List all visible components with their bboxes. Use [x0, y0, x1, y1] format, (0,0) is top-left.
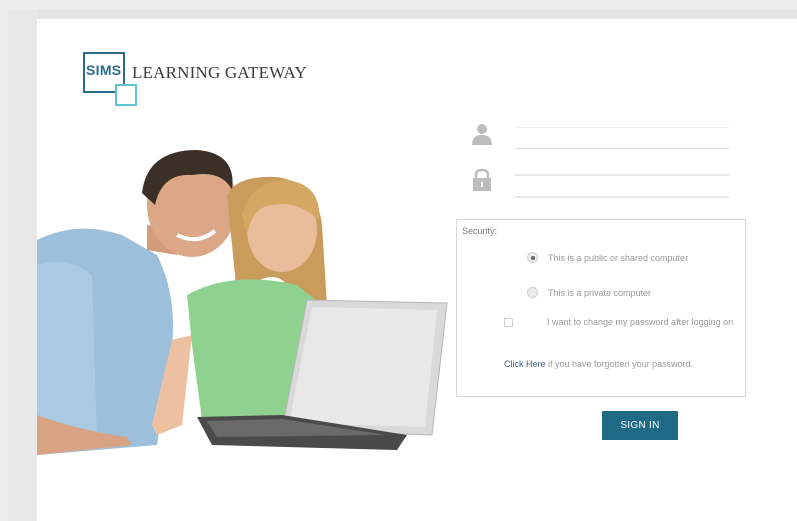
- window-left-bar: [8, 10, 37, 521]
- window-top-bar: [8, 10, 797, 19]
- forgot-password-link[interactable]: Click Here: [504, 359, 546, 369]
- username-input[interactable]: [515, 127, 729, 149]
- private-computer-radio[interactable]: [527, 287, 538, 298]
- lock-icon: [473, 168, 491, 191]
- security-title: Security:: [462, 226, 498, 236]
- logo-square-light: [115, 84, 137, 106]
- public-computer-option[interactable]: This is a public or shared computer: [527, 252, 688, 263]
- forgot-password-suffix: if you have forgotten your password.: [545, 359, 694, 369]
- private-computer-option[interactable]: This is a private computer: [527, 287, 651, 298]
- public-computer-label: This is a public or shared computer: [548, 252, 689, 263]
- sign-in-button[interactable]: SIGN IN: [602, 411, 678, 440]
- forgot-password-text: Click Here if you have forgotten your pa…: [504, 359, 693, 369]
- change-password-option[interactable]: I want to change my password after loggi…: [504, 317, 733, 327]
- change-password-checkbox[interactable]: [504, 317, 513, 327]
- password-row: [470, 168, 750, 202]
- public-computer-radio[interactable]: [527, 252, 538, 263]
- user-icon: [472, 124, 492, 145]
- private-computer-label: This is a private computer: [548, 287, 652, 298]
- username-row: [470, 121, 750, 155]
- security-panel: Security: This is a public or shared com…: [456, 219, 746, 397]
- logo-product-text: LEARNING GATEWAY: [132, 63, 307, 82]
- hero-illustration: [37, 150, 448, 455]
- logo-sims-text: SIMS: [86, 62, 122, 78]
- password-input[interactable]: [515, 174, 729, 198]
- change-password-label: I want to change my password after loggi…: [547, 317, 734, 327]
